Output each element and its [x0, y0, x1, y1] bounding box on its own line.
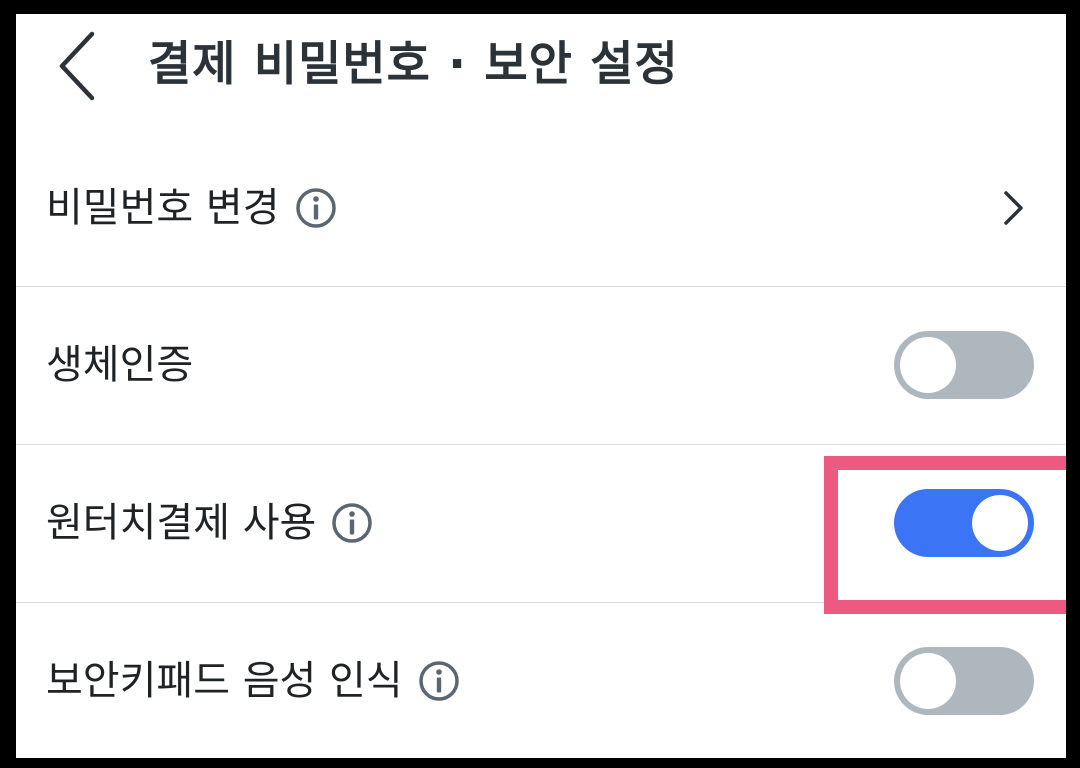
header: 결제 비밀번호 · 보안 설정	[16, 14, 1066, 124]
row-label: 원터치결제 사용	[46, 500, 317, 546]
row-change-password[interactable]: 비밀번호 변경	[16, 130, 1066, 286]
row-label: 보안키패드 음성 인식	[46, 658, 403, 704]
toggle-knob	[900, 653, 956, 709]
info-icon[interactable]	[294, 186, 338, 230]
toggle-knob	[900, 337, 956, 393]
row-label-group: 생체인증	[46, 337, 193, 393]
info-icon[interactable]	[417, 659, 461, 703]
chevron-left-icon	[59, 31, 95, 101]
page-title: 결제 비밀번호 · 보안 설정	[148, 37, 679, 92]
row-label-group: 비밀번호 변경	[46, 180, 338, 236]
row-label: 생체인증	[46, 342, 194, 388]
row-one-touch-payment: 원터치결제 사용	[16, 445, 1066, 601]
settings-screen: 결제 비밀번호 · 보안 설정 비밀번호 변경 생체인증 원터치결제 사용 보안…	[16, 14, 1066, 758]
row-label-group: 보안키패드 음성 인식	[46, 653, 461, 709]
keypad-voice-toggle[interactable]	[894, 647, 1034, 715]
row-keypad-voice-recognition: 보안키패드 음성 인식	[16, 603, 1066, 758]
row-biometric-auth: 생체인증	[16, 287, 1066, 443]
row-label: 비밀번호 변경	[46, 185, 280, 231]
biometric-toggle[interactable]	[894, 331, 1034, 399]
back-button[interactable]	[52, 26, 108, 102]
row-label-group: 원터치결제 사용	[46, 495, 374, 551]
chevron-right-icon[interactable]	[998, 188, 1028, 228]
info-icon[interactable]	[330, 501, 374, 545]
toggle-knob	[972, 495, 1028, 551]
one-touch-payment-toggle[interactable]	[894, 489, 1034, 557]
